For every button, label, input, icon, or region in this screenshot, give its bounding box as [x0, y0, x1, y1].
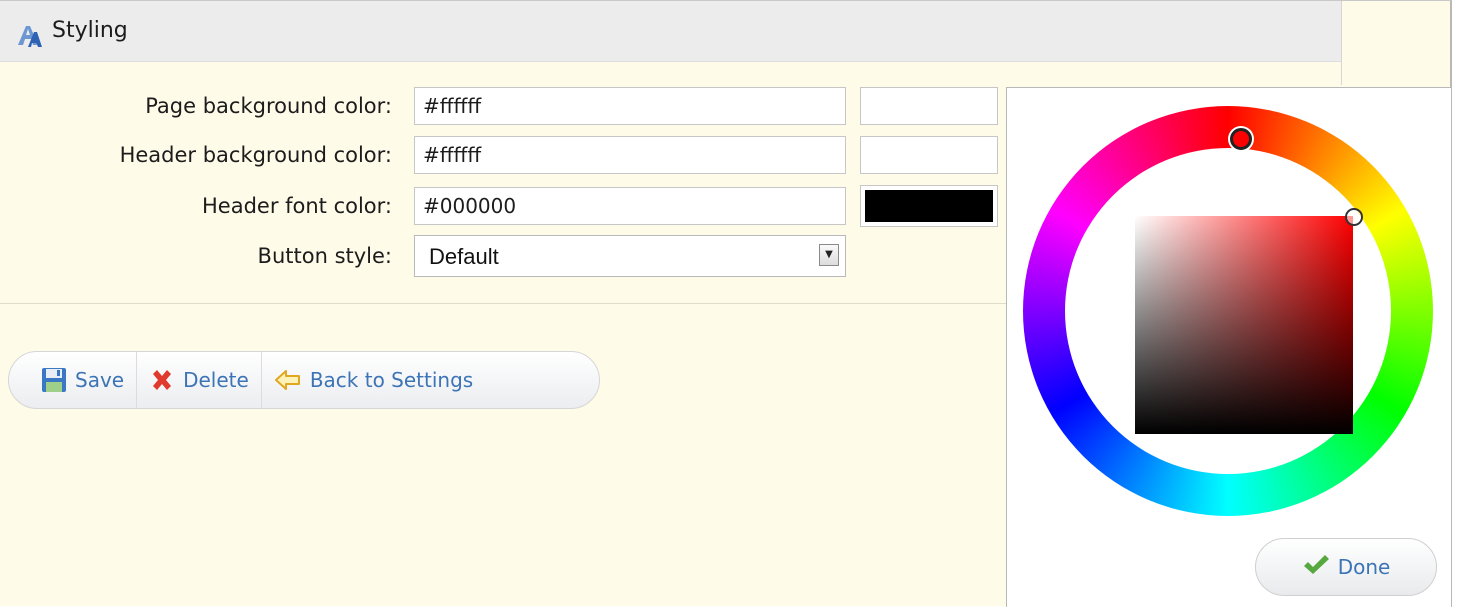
- saturation-value-marker-handle[interactable]: [1345, 208, 1363, 226]
- done-label: Done: [1337, 555, 1391, 579]
- save-button[interactable]: Save: [9, 352, 138, 408]
- header-font-color-swatch[interactable]: [860, 185, 998, 227]
- section-title: Styling: [52, 18, 128, 43]
- header-font-color-input[interactable]: [414, 187, 846, 225]
- done-button[interactable]: Done: [1255, 538, 1437, 596]
- header-font-color-label: Header font color:: [201, 194, 392, 218]
- button-style-select[interactable]: Default ▼: [414, 235, 846, 277]
- color-picker-popup: Done: [1006, 87, 1452, 607]
- button-style-label: Button style:: [257, 244, 392, 268]
- page-bg-color-swatch[interactable]: [860, 87, 998, 125]
- floppy-disk-icon: [41, 367, 67, 393]
- header-bg-color-input[interactable]: [414, 136, 846, 174]
- form-divider: [0, 303, 1006, 304]
- header-bg-color-label: Header background color:: [119, 143, 392, 167]
- header-font-color-swatch-fill: [865, 190, 993, 222]
- page-bg-color-label: Page background color:: [145, 94, 392, 118]
- hue-wheel[interactable]: [1023, 106, 1433, 516]
- save-label: Save: [75, 368, 125, 392]
- saturation-value-square[interactable]: [1135, 216, 1353, 434]
- section-header: Styling: [0, 1, 1341, 62]
- styling-icon: [16, 23, 42, 49]
- page-bg-color-input[interactable]: [414, 87, 846, 125]
- back-to-settings-button[interactable]: Back to Settings: [262, 352, 485, 408]
- dropdown-arrow-icon[interactable]: ▼: [819, 244, 839, 266]
- back-to-settings-label: Back to Settings: [309, 368, 474, 392]
- action-button-group: Save Delete Back to Settings: [8, 351, 600, 409]
- header-bg-color-swatch[interactable]: [860, 136, 998, 174]
- styling-panel: Styling Page background color: Header ba…: [0, 0, 1452, 607]
- checkmark-icon: [1302, 553, 1330, 582]
- button-style-value: Default: [429, 244, 499, 269]
- hue-marker-handle[interactable]: [1230, 128, 1252, 150]
- header-divider: [1341, 1, 1342, 85]
- back-arrow-icon: [274, 367, 302, 393]
- delete-button[interactable]: Delete: [137, 352, 262, 408]
- red-x-icon: [149, 367, 175, 393]
- delete-label: Delete: [183, 368, 249, 392]
